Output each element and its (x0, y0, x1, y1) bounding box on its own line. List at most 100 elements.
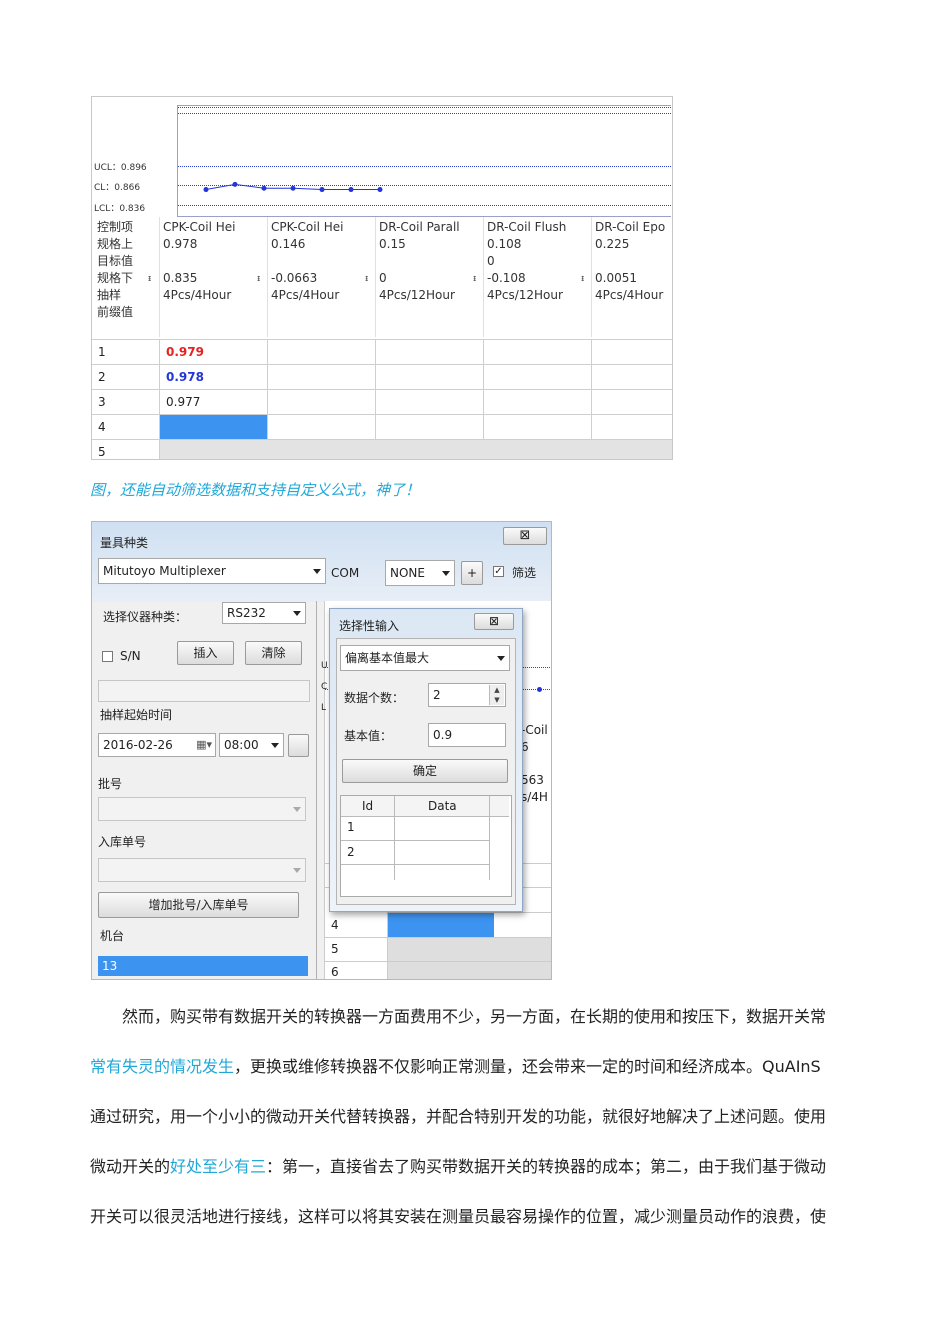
row-label: 规格上 (97, 237, 134, 251)
sampling-value: 4Pcs/12Hour (379, 288, 455, 302)
data-cell[interactable] (375, 365, 484, 389)
column-header: DR-Coil Epo 0.225 0.0051 4Pcs/4Hour (595, 219, 672, 304)
pin-icon[interactable]: ᵻ (257, 274, 260, 284)
date-picker[interactable]: 2016-02-26 ▦▾ (98, 733, 216, 757)
row-id: 2 (98, 370, 106, 384)
batch-select[interactable] (98, 797, 306, 821)
usl-value: 0.108 (487, 237, 522, 251)
data-cell[interactable] (267, 340, 376, 364)
filter-label: 筛选 (512, 566, 537, 580)
table-row[interactable]: 4 (92, 414, 672, 439)
com-select[interactable]: NONE (385, 560, 455, 586)
data-cell[interactable] (483, 340, 592, 364)
pin-icon[interactable]: ᵻ (581, 274, 584, 284)
data-cell[interactable] (483, 415, 592, 439)
pin-icon[interactable]: ᵻ (148, 274, 151, 284)
machine-list-item[interactable]: 13 (98, 956, 308, 976)
inbound-label: 入库单号 (98, 835, 147, 849)
ok-button[interactable]: 确定 (342, 759, 508, 783)
machine-label: 机台 (100, 929, 125, 943)
chart-series (203, 181, 383, 193)
data-cell[interactable] (591, 365, 672, 389)
figure-caption: 图，还能自动筛选数据和支持自定义公式，神了！ (90, 481, 421, 499)
add-button[interactable]: + (461, 561, 483, 585)
paragraph-line: 通过研究，用一个小小的微动开关代替转换器，并配合特别开发的功能，就很好地解决了上… (90, 1107, 827, 1126)
paragraph-line: 常有失灵的情况发生，更换或维修转换器不仅影响正常测量，还会带来一定的时间和经济成… (90, 1053, 821, 1077)
dialog-close-button[interactable]: ⊠ (474, 613, 514, 630)
gauge-select-value: Mitutoyo Multiplexer (103, 564, 226, 578)
bg-row-id: 4 (331, 918, 339, 932)
selected-cell[interactable] (159, 415, 268, 439)
selective-input-dialog: 选择性输入 ⊠ 偏离基本值最大 数据个数： 2 ▲ ▼ 基本值： 0.9 确定 I… (329, 608, 523, 912)
row-label: 抽样 (97, 288, 122, 302)
data-cell[interactable] (483, 365, 592, 389)
calendar-icon[interactable]: ▦▾ (196, 734, 212, 756)
column-name: DR-Coil Parall (379, 220, 460, 234)
data-cell[interactable] (267, 415, 376, 439)
close-button[interactable]: ⊠ (503, 527, 547, 545)
row-id: 4 (98, 420, 106, 434)
ucl-label: UCL：0.896 (94, 163, 147, 173)
instrument-select[interactable]: RS232 (222, 602, 306, 624)
sampling-value: 4Pcs/4Hour (163, 288, 232, 302)
time-button[interactable] (288, 734, 309, 757)
clear-button[interactable]: 清除 (245, 641, 302, 665)
window-title: 量具种类 (100, 536, 149, 550)
instrument-label: 选择仪器种类： (103, 610, 188, 624)
column-name: DR-Coil Flush (487, 220, 567, 234)
column-name: CPK-Coil Hei (271, 220, 344, 234)
data-table: Id Data 1 2 (340, 795, 512, 897)
info-field (98, 680, 310, 702)
base-value-field[interactable]: 0.9 (428, 723, 506, 747)
add-batch-button[interactable]: 增加批号/入库单号 (98, 892, 299, 918)
selected-cell[interactable] (388, 913, 494, 937)
time-select[interactable]: 08:00 (219, 733, 284, 757)
sampling-value: 4Pcs/4Hour (595, 288, 664, 302)
pin-icon[interactable]: ᵻ (365, 274, 368, 284)
table-row[interactable]: 1 (341, 816, 490, 841)
table-row[interactable]: 1 0.979 (92, 339, 672, 364)
data-cell[interactable] (267, 390, 376, 414)
data-cell[interactable] (591, 340, 672, 364)
data-cell[interactable] (375, 415, 484, 439)
mode-select[interactable]: 偏离基本值最大 (340, 645, 510, 671)
table-row[interactable]: 2 (341, 841, 490, 865)
data-point (319, 187, 325, 193)
filter-checkbox[interactable]: ✓ (493, 566, 504, 577)
data-cell[interactable] (591, 390, 672, 414)
table-row[interactable]: 2 0.978 (92, 364, 672, 389)
bg-label: L (321, 703, 327, 713)
lsl-value: 0.835 (163, 271, 198, 285)
data-cell[interactable] (483, 390, 592, 414)
target-value (271, 253, 377, 270)
data-cell[interactable] (375, 340, 484, 364)
data-cell[interactable] (159, 440, 672, 459)
sampling-value: 4Pcs/12Hour (487, 288, 563, 302)
row-id: 1 (347, 820, 355, 834)
data-cell[interactable]: 0.978 (159, 365, 268, 389)
inbound-select[interactable] (98, 858, 306, 882)
table-row[interactable]: 5 (92, 439, 672, 459)
data-cell[interactable]: 0.979 (159, 340, 268, 364)
data-cell[interactable]: 0.977 (159, 390, 268, 414)
target-value (595, 253, 672, 270)
row-label: 控制项 (97, 220, 134, 234)
pin-icon[interactable]: ᵻ (473, 274, 476, 284)
gauge-select[interactable]: Mitutoyo Multiplexer (98, 558, 326, 584)
lsl-value: -0.108 (487, 271, 526, 285)
highlight-text: 好处至少有三 (170, 1157, 267, 1176)
spin-arrows-icon[interactable]: ▲ ▼ (489, 685, 504, 705)
gauge-settings-screenshot: 量具种类 ⊠ Mitutoyo Multiplexer COM NONE + ✓… (91, 521, 552, 980)
insert-button[interactable]: 插入 (177, 641, 234, 665)
column-name: DR-Coil Epo (595, 220, 666, 234)
count-stepper[interactable]: 2 ▲ ▼ (428, 683, 506, 707)
data-cell[interactable] (375, 390, 484, 414)
data-point (348, 187, 354, 193)
sn-checkbox[interactable] (102, 651, 113, 662)
bg-row-id: 5 (331, 942, 339, 956)
dialog-title: 选择性输入 (339, 619, 400, 633)
data-cell[interactable] (267, 365, 376, 389)
table-row[interactable]: 3 0.977 (92, 389, 672, 414)
data-cell[interactable] (591, 415, 672, 439)
instrument-select-value: RS232 (227, 606, 266, 620)
